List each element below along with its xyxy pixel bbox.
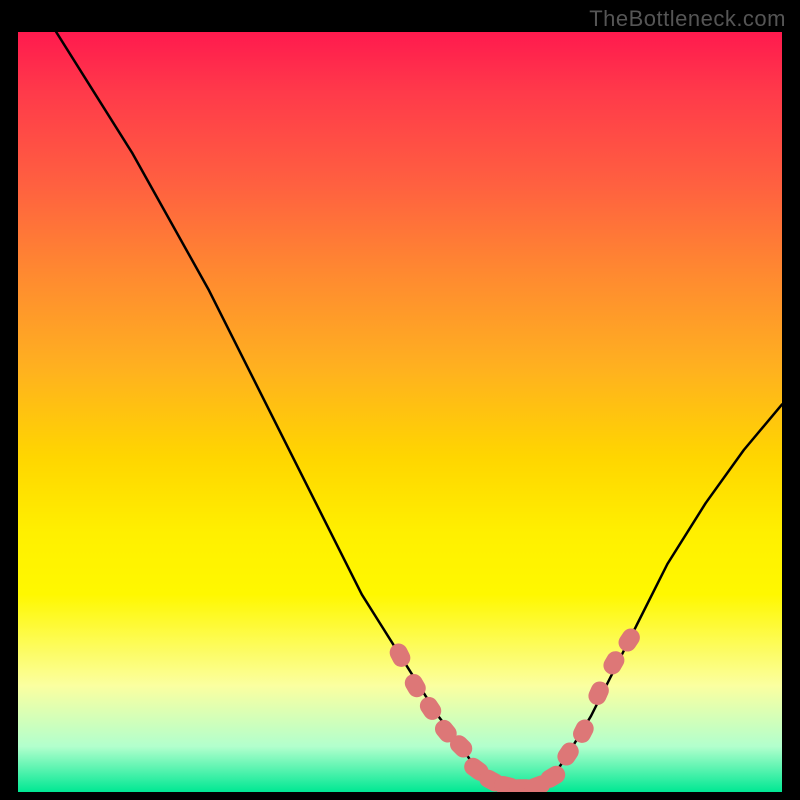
- watermark-text: TheBottleneck.com: [589, 6, 786, 32]
- chart-frame: TheBottleneck.com: [0, 0, 800, 800]
- chart-svg: [18, 32, 782, 792]
- valley-marker: [570, 716, 597, 746]
- valley-marker: [615, 625, 643, 655]
- valley-marker: [554, 739, 582, 769]
- plot-area: [18, 32, 782, 792]
- valley-marker-group: [387, 625, 644, 792]
- valley-marker: [387, 640, 414, 670]
- main-curve: [56, 32, 782, 788]
